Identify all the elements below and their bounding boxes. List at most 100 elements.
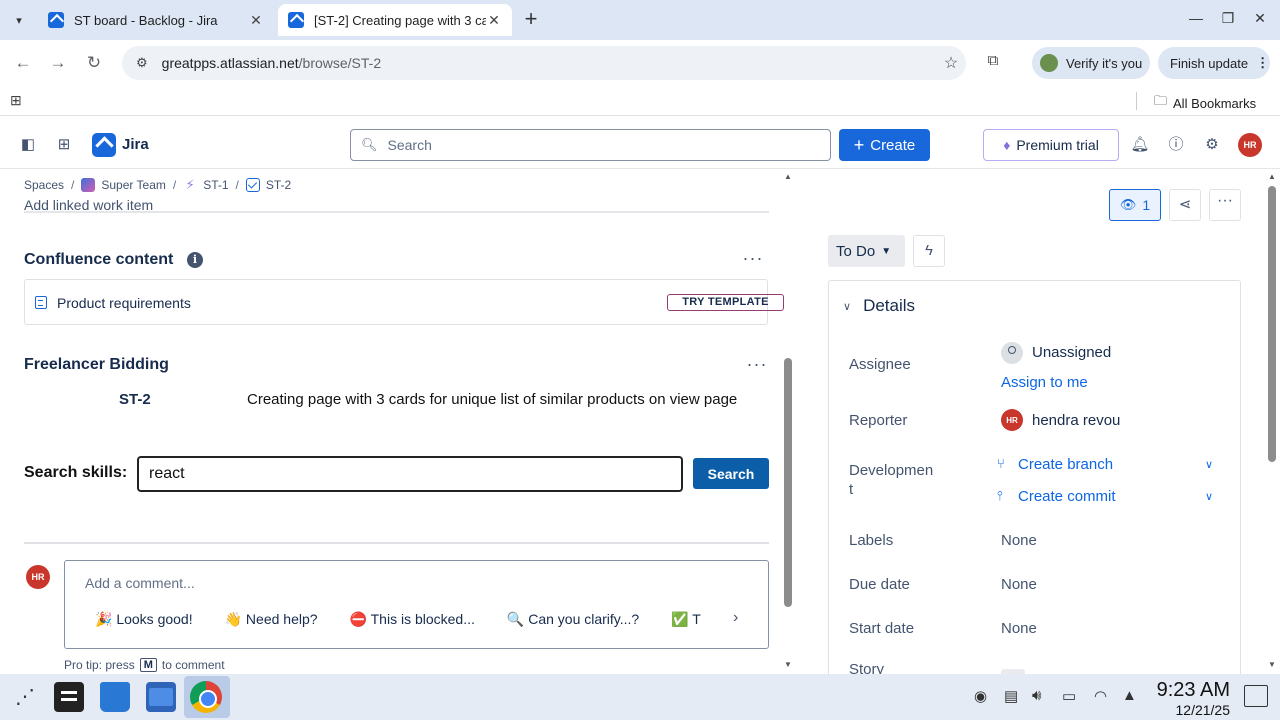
show-desktop-icon[interactable] bbox=[1244, 685, 1268, 707]
left-scroll-down-icon[interactable]: ▼ bbox=[784, 660, 792, 669]
breadcrumb-team[interactable]: Super Team bbox=[101, 178, 165, 192]
sidebar-toggle-icon[interactable]: ◧ bbox=[18, 135, 38, 155]
branch-chevron-down-icon[interactable]: ∨ bbox=[1205, 458, 1213, 471]
chrome-app-icon[interactable] bbox=[190, 681, 222, 713]
info-icon[interactable]: i bbox=[187, 252, 203, 268]
all-bookmarks-button[interactable]: 🗀 All Bookmarks bbox=[1154, 92, 1256, 114]
chevron-right-icon[interactable]: › bbox=[733, 609, 738, 627]
due-date-value[interactable]: None bbox=[1001, 576, 1037, 593]
left-scroll-up-icon[interactable]: ▲ bbox=[784, 172, 792, 181]
reporter-avatar: HR bbox=[1001, 409, 1023, 431]
browser-tab-st2[interactable]: [ST-2] Creating page with 3 cards ✕ bbox=[278, 4, 512, 36]
status-dropdown[interactable]: To Do ▼ bbox=[828, 235, 905, 267]
window-close-icon[interactable]: ✕ bbox=[1250, 10, 1270, 27]
close-tab-icon[interactable]: ✕ bbox=[248, 12, 264, 29]
assign-to-me-link[interactable]: Assign to me bbox=[1001, 374, 1088, 391]
forward-arrow-icon[interactable]: → bbox=[47, 52, 69, 74]
comment-placeholder[interactable]: Add a comment... bbox=[85, 575, 195, 591]
browser-tab-backlog[interactable]: ST board - Backlog - Jira ✕ bbox=[38, 4, 274, 36]
reload-icon[interactable]: ↻ bbox=[83, 52, 105, 74]
launcher-icon[interactable]: ⋰ bbox=[10, 682, 40, 712]
site-info-icon[interactable]: ⚙ bbox=[136, 55, 148, 71]
search-skills-input[interactable] bbox=[137, 456, 683, 492]
address-bar[interactable]: ⚙ greatpps.atlassian.net/browse/ST-2 ☆ bbox=[122, 46, 966, 80]
document-icon bbox=[35, 296, 47, 309]
bookmark-star-icon[interactable]: ☆ bbox=[936, 53, 966, 73]
details-title: Details bbox=[863, 296, 916, 315]
quick-reply-more[interactable]: ✅ T bbox=[671, 611, 701, 628]
settings-app-icon[interactable] bbox=[54, 682, 84, 712]
comment-box[interactable]: Add a comment... 🎉 Looks good! 👋 Need he… bbox=[64, 560, 769, 649]
create-button[interactable]: + Create bbox=[839, 129, 930, 161]
search-icon: 🔍︎ bbox=[361, 137, 378, 152]
freelancer-more-icon[interactable]: ··· bbox=[745, 355, 769, 378]
jira-search-input[interactable]: 🔍︎ Search bbox=[350, 129, 831, 161]
create-commit-link[interactable]: Create commit bbox=[1018, 488, 1116, 505]
user-avatar[interactable]: HR bbox=[1238, 133, 1262, 157]
quick-reply-looks-good[interactable]: 🎉 Looks good! bbox=[95, 611, 193, 628]
reporter-value[interactable]: hendra revou bbox=[1032, 412, 1120, 429]
url-path: /browse/ST-2 bbox=[298, 55, 382, 71]
quick-reply-need-help[interactable]: 👋 Need help? bbox=[225, 611, 318, 628]
details-header[interactable]: ∨ Details bbox=[843, 296, 915, 316]
left-scrollbar[interactable] bbox=[784, 358, 792, 607]
right-scroll-up-icon[interactable]: ▲ bbox=[1268, 172, 1276, 181]
right-scrollbar[interactable] bbox=[1268, 186, 1276, 462]
wifi-icon[interactable]: ◠ bbox=[1094, 687, 1107, 705]
settings-gear-icon[interactable]: ⚙ bbox=[1202, 135, 1222, 155]
system-clock[interactable]: 9:23 AM 12/21/25 bbox=[1150, 678, 1230, 718]
profile-avatar-icon bbox=[1040, 54, 1058, 72]
breadcrumb-spaces[interactable]: Spaces bbox=[24, 178, 64, 192]
tray-status-icon[interactable]: ◉ bbox=[974, 687, 987, 705]
assignee-value[interactable]: Unassigned bbox=[1032, 344, 1111, 361]
share-icon[interactable]: ⋖ bbox=[1169, 189, 1201, 221]
try-template-badge[interactable]: TRY TEMPLATE bbox=[667, 294, 784, 311]
volume-icon[interactable]: 🔊︎ bbox=[1032, 687, 1041, 704]
back-arrow-icon[interactable]: ← bbox=[12, 52, 34, 74]
jira-app-name[interactable]: Jira bbox=[122, 136, 149, 153]
epic-lightning-icon: ⚡︎ bbox=[185, 177, 195, 192]
url-text[interactable]: greatpps.atlassian.net/browse/ST-2 bbox=[162, 55, 936, 71]
tab-title: [ST-2] Creating page with 3 cards bbox=[314, 12, 486, 28]
extensions-puzzle-icon[interactable]: ⧉ bbox=[982, 52, 1004, 74]
finish-update-button[interactable]: Finish update ⋮ bbox=[1158, 47, 1270, 79]
notifications-bell-icon[interactable]: 🔔︎ bbox=[1130, 135, 1150, 155]
labels-value[interactable]: None bbox=[1001, 532, 1037, 549]
restore-icon[interactable]: ❐ bbox=[1218, 10, 1238, 27]
add-linked-work-item[interactable]: Add linked work item bbox=[24, 199, 153, 211]
apps-grid-icon[interactable]: ⊞ bbox=[10, 92, 28, 110]
breadcrumb-epic[interactable]: ST-1 bbox=[203, 178, 228, 192]
create-branch-link[interactable]: Create branch bbox=[1018, 456, 1113, 473]
search-skills-button[interactable]: Search bbox=[693, 458, 769, 489]
store-app-icon[interactable] bbox=[100, 682, 130, 712]
commit-chevron-down-icon[interactable]: ∨ bbox=[1205, 490, 1213, 503]
premium-trial-button[interactable]: ♦ Premium trial bbox=[983, 129, 1119, 161]
bookmarks-bar: ⊞ 🗀 All Bookmarks bbox=[0, 86, 1280, 116]
jira-logo-icon[interactable] bbox=[92, 133, 116, 157]
more-actions-icon[interactable]: ··· bbox=[1209, 189, 1241, 221]
watch-button[interactable]: 👁︎ 1 bbox=[1109, 189, 1161, 221]
clipboard-icon[interactable]: ▤ bbox=[1004, 687, 1018, 705]
confluence-more-icon[interactable]: ··· bbox=[741, 249, 765, 272]
right-scroll-down-icon[interactable]: ▼ bbox=[1268, 660, 1276, 669]
quick-reply-clarify[interactable]: 🔍 Can you clarify...? bbox=[507, 611, 639, 628]
app-switcher-icon[interactable]: ⊞ bbox=[54, 135, 74, 155]
finish-update-label: Finish update bbox=[1170, 55, 1249, 71]
plus-icon: + bbox=[853, 134, 865, 155]
tab-search-chevron-icon[interactable]: ▾ bbox=[8, 10, 30, 30]
files-app-icon[interactable] bbox=[146, 682, 176, 712]
breadcrumb-issue[interactable]: ST-2 bbox=[266, 178, 291, 192]
battery-icon[interactable]: ▭ bbox=[1062, 687, 1076, 705]
help-icon[interactable]: ⓘ bbox=[1166, 135, 1186, 155]
confluence-item[interactable]: Product requirements TRY TEMPLATE bbox=[24, 279, 784, 325]
start-date-value[interactable]: None bbox=[1001, 620, 1037, 637]
quick-reply-blocked[interactable]: ⛔ This is blocked... bbox=[350, 611, 475, 628]
close-tab-icon[interactable]: ✕ bbox=[486, 12, 502, 29]
new-tab-plus-icon[interactable]: + bbox=[520, 8, 542, 32]
tray-up-arrow-icon[interactable]: ▲ bbox=[1122, 687, 1137, 704]
breadcrumb-separator: / bbox=[235, 178, 239, 192]
verify-identity-button[interactable]: Verify it's you bbox=[1032, 47, 1150, 79]
automation-lightning-icon[interactable]: ϟ bbox=[913, 235, 945, 267]
minimize-icon[interactable]: — bbox=[1186, 10, 1206, 26]
unassigned-user-icon bbox=[1001, 342, 1023, 364]
